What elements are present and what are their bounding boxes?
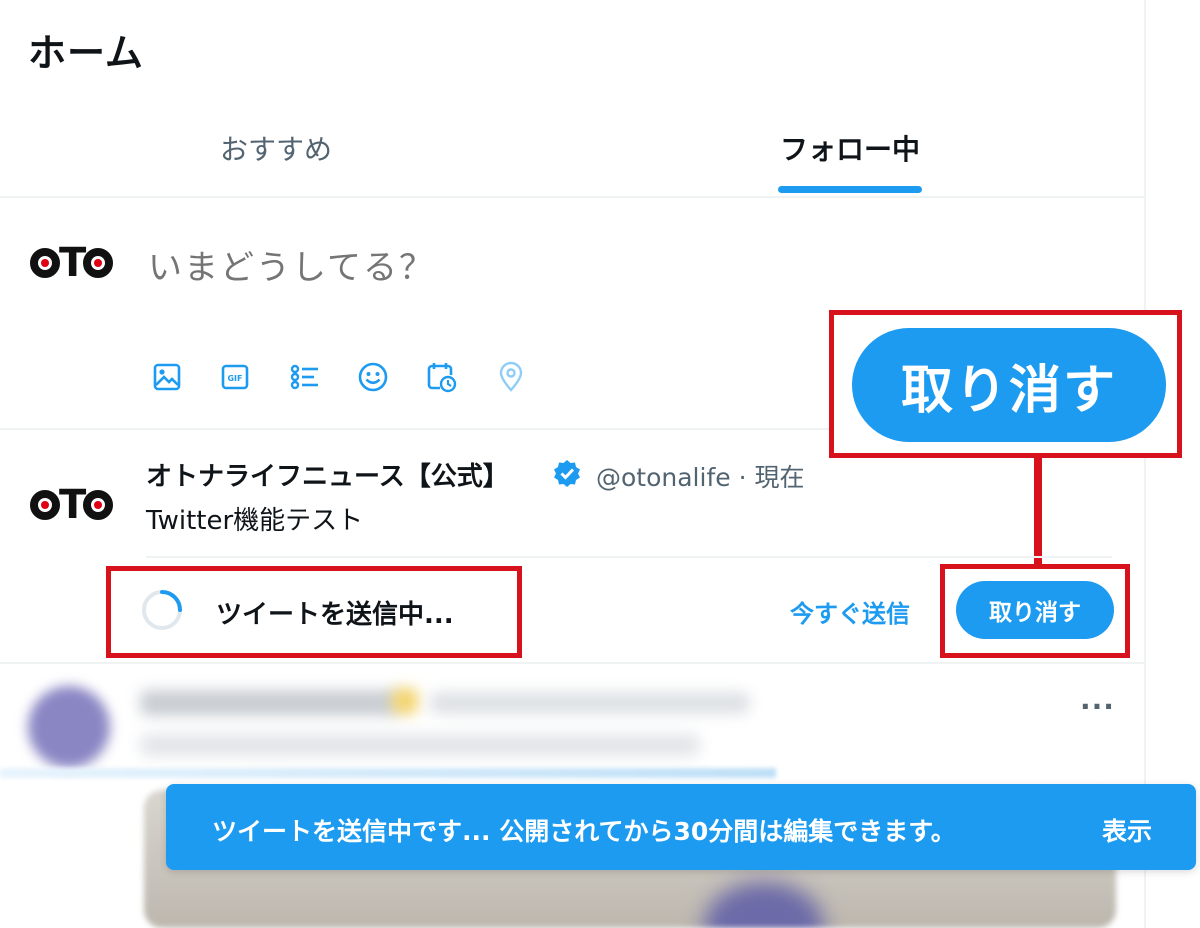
- blurred-text: [430, 692, 750, 714]
- undo-button[interactable]: 取り消す: [956, 581, 1114, 639]
- active-tab-indicator: [778, 186, 922, 193]
- avatar[interactable]: T: [30, 240, 114, 286]
- gif-icon[interactable]: GIF: [218, 360, 252, 394]
- divider: [0, 196, 1146, 198]
- avatar[interactable]: T: [30, 482, 114, 528]
- blurred-strip: [0, 768, 776, 778]
- toast-view-link[interactable]: 表示: [1102, 812, 1152, 848]
- schedule-icon[interactable]: [424, 360, 458, 394]
- toast-message: ツイートを送信中です... 公開されてから30分間は編集できます。: [212, 817, 956, 846]
- divider: [146, 556, 1112, 558]
- tab-for-you[interactable]: おすすめ: [220, 128, 332, 168]
- emoji-icon[interactable]: [356, 360, 390, 394]
- tweet-author-name[interactable]: オトナライフニュース【公式】: [146, 456, 509, 493]
- tab-following[interactable]: フォロー中: [780, 128, 920, 168]
- undo-button-enlarged[interactable]: 取り消す: [852, 328, 1166, 442]
- verified-badge-icon: [552, 458, 582, 488]
- poll-icon[interactable]: [288, 360, 322, 394]
- more-options-icon[interactable]: ···: [1080, 690, 1115, 723]
- divider: [0, 662, 1146, 664]
- location-icon[interactable]: [494, 360, 528, 394]
- send-now-link[interactable]: 今すぐ送信: [790, 594, 910, 629]
- sending-status: ツイートを送信中...: [216, 600, 454, 630]
- blurred-badge: [392, 688, 418, 714]
- tweet-text: Twitter機能テスト: [146, 506, 364, 536]
- callout-connector: [1034, 456, 1042, 568]
- tweet-handle-time: @otonalife · 現在: [596, 463, 805, 492]
- compose-input[interactable]: [148, 248, 748, 288]
- avatar: [28, 686, 110, 768]
- toast-notification: ツイートを送信中です... 公開されてから30分間は編集できます。 表示: [166, 784, 1196, 870]
- svg-text:GIF: GIF: [227, 374, 242, 383]
- page-title: ホーム: [28, 31, 144, 75]
- blurred-text: [140, 734, 700, 756]
- image-icon[interactable]: [150, 360, 184, 394]
- loading-spinner-icon: [140, 588, 184, 632]
- blurred-text: [140, 690, 400, 716]
